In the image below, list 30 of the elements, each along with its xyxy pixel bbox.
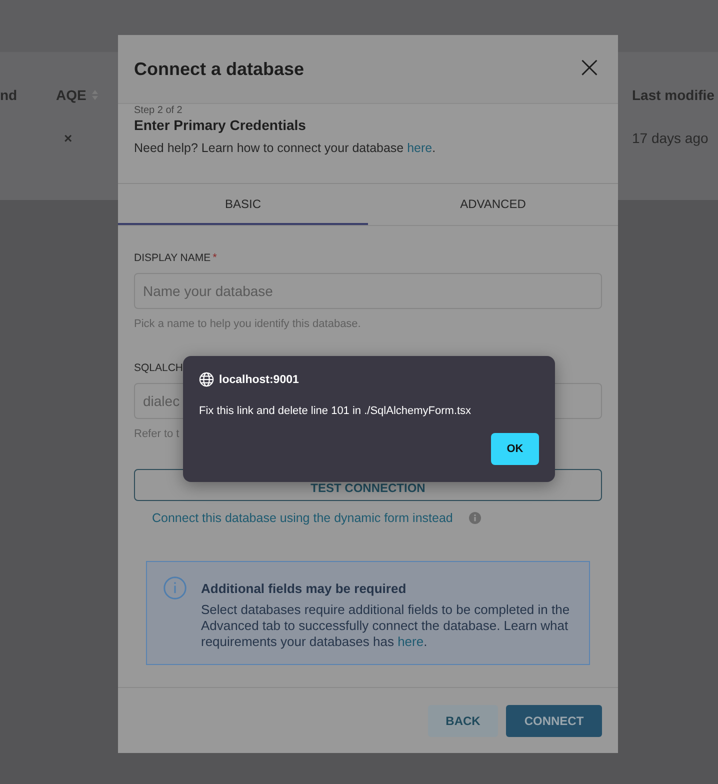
help-text: Need help? Learn how to connect your database here. <box>134 141 437 155</box>
info-icon <box>468 512 481 524</box>
column-header[interactable]: AQE <box>56 87 116 103</box>
field-label: DISPLAY NAME <box>134 252 211 264</box>
dynamic-form-link[interactable]: Connect this database using the dynamic form instead <box>152 511 453 525</box>
dialog-title: Connect a database <box>134 58 304 80</box>
field-label: SQLALCH <box>134 362 184 374</box>
section-heading: Enter Primary Credentials <box>134 117 307 133</box>
info-icon <box>163 576 187 600</box>
close-button[interactable]: × <box>576 53 602 85</box>
step-indicator: Step 2 of 2 <box>134 105 182 117</box>
alert-origin: localhost:9001 <box>219 374 299 386</box>
help-link[interactable]: here <box>407 141 432 155</box>
ok-button[interactable]: OK <box>491 433 539 465</box>
notice-link[interactable]: here <box>398 634 424 649</box>
notice-text: Select databases require additional fields to be completed in the Advanced tab to successfully connect the database. Learn what requirements your databases has here. <box>201 602 571 650</box>
back-button[interactable]: BACK <box>428 704 498 736</box>
field-hint: Pick a name to help you identify this database. <box>134 318 361 330</box>
alert-message: Fix this link and delete line 101 in ./SqlAlchemyForm.tsx <box>199 405 472 417</box>
connect-button[interactable]: CONNECT <box>506 704 602 736</box>
table-cell-text: × <box>63 130 74 146</box>
column-header[interactable]: nd <box>0 87 56 103</box>
column-header[interactable]: Last modifie <box>632 87 718 103</box>
table-cell-text: 17 days ago <box>632 130 710 146</box>
input-field[interactable]: Name your database <box>134 273 602 309</box>
notice-title: Additional fields may be required <box>201 581 408 596</box>
tab[interactable]: BASIC <box>118 184 368 225</box>
required-mark: * <box>212 252 217 264</box>
tab[interactable]: ADVANCED <box>368 184 618 225</box>
globe-icon <box>199 372 214 387</box>
